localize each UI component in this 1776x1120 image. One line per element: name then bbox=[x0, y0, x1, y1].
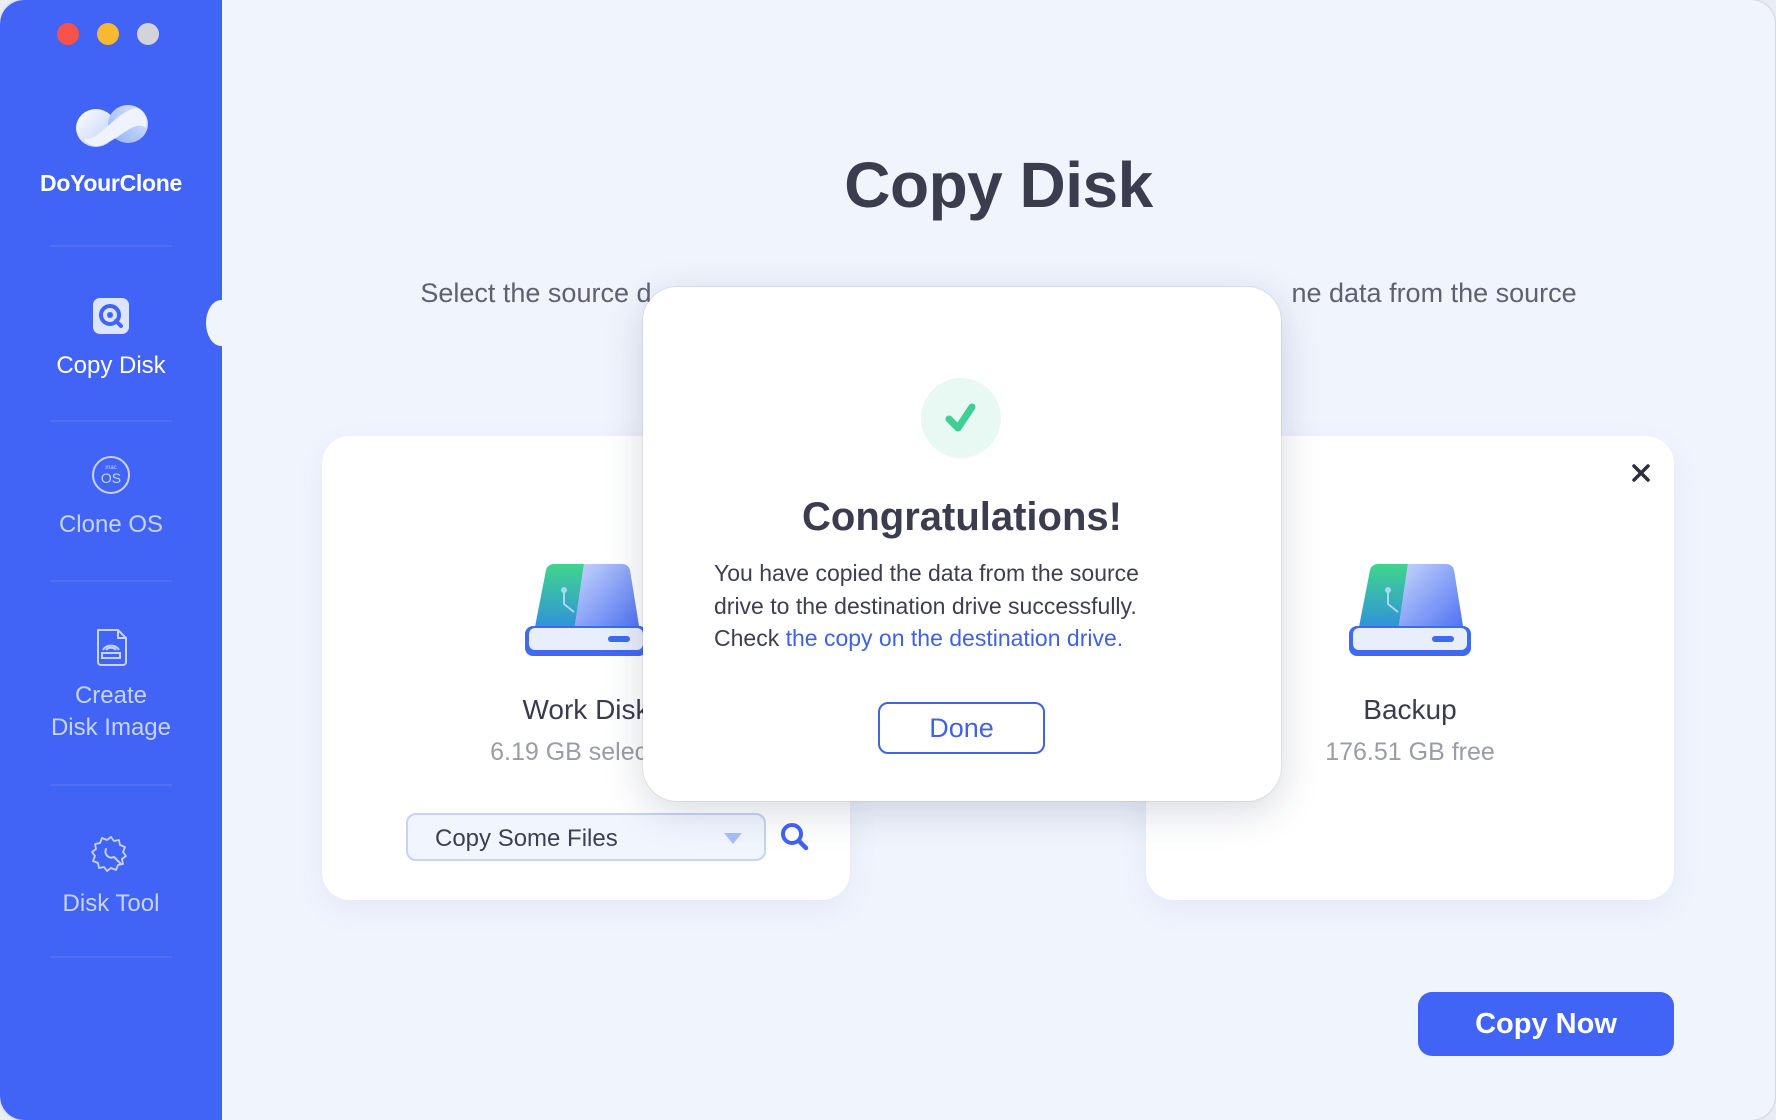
drive-icon bbox=[1349, 563, 1471, 656]
sidebar-divider bbox=[50, 956, 172, 958]
window-zoom-button[interactable] bbox=[137, 23, 159, 45]
dialog-message: You have copied the data from the source… bbox=[714, 557, 1234, 655]
success-dialog: Congratulations! You have copied the dat… bbox=[643, 287, 1281, 801]
copy-now-button[interactable]: Copy Now bbox=[1418, 992, 1674, 1056]
dialog-message-line2: drive to the destination drive successfu… bbox=[714, 592, 1137, 619]
close-icon[interactable] bbox=[1626, 458, 1656, 488]
sidebar-item-label: Copy Disk bbox=[56, 352, 166, 379]
sidebar-item-create-disk-image[interactable]: Create Disk Image bbox=[0, 626, 222, 744]
subtitle-left: Select the source d bbox=[420, 278, 652, 308]
subtitle-right: ne data from the source bbox=[1291, 278, 1577, 308]
page-title: Copy Disk bbox=[844, 149, 1153, 221]
app-logo-icon bbox=[76, 105, 148, 147]
sidebar: DoYourClone Copy Disk mac OS Clone OS Cr… bbox=[0, 0, 236, 1120]
sidebar-item-copy-disk[interactable]: Copy Disk bbox=[0, 295, 222, 382]
sidebar-item-label-line1: Create bbox=[74, 682, 148, 709]
sidebar-item-label-line2: Disk Image bbox=[50, 714, 172, 741]
macos-icon: mac OS bbox=[92, 456, 130, 494]
dialog-message-line1: You have copied the data from the source bbox=[714, 560, 1139, 586]
copy-mode-select[interactable]: Copy Some Files bbox=[406, 813, 766, 861]
svg-text:OS: OS bbox=[101, 470, 121, 486]
destination-copy-link[interactable]: the copy on the destination drive. bbox=[786, 625, 1124, 651]
sidebar-divider bbox=[50, 580, 172, 582]
search-icon[interactable] bbox=[778, 820, 812, 854]
app-window: DoYourClone Copy Disk mac OS Clone OS Cr… bbox=[0, 0, 1775, 1120]
chevron-down-icon bbox=[724, 833, 742, 844]
brand-name: DoYourClone bbox=[40, 170, 182, 196]
sidebar-divider bbox=[50, 784, 172, 786]
sidebar-item-clone-os[interactable]: mac OS Clone OS bbox=[0, 454, 222, 541]
disk-image-file-icon bbox=[97, 629, 127, 666]
sidebar-divider bbox=[50, 245, 172, 247]
sidebar-item-disk-tool[interactable]: Disk Tool bbox=[0, 833, 222, 920]
dialog-message-prefix: Check bbox=[714, 625, 786, 651]
checkmark-icon bbox=[945, 403, 976, 432]
done-button[interactable]: Done bbox=[878, 702, 1045, 754]
sidebar-item-label: Create Disk Image bbox=[0, 680, 222, 744]
sidebar-divider bbox=[50, 420, 172, 422]
sidebar-item-label: Disk Tool bbox=[62, 890, 160, 917]
sidebar-item-label: Clone OS bbox=[58, 511, 164, 538]
gear-wrench-icon bbox=[91, 836, 127, 872]
dialog-title: Congratulations! bbox=[802, 495, 1122, 539]
copy-mode-value: Copy Some Files bbox=[435, 825, 618, 852]
drive-icon bbox=[525, 563, 647, 656]
window-close-button[interactable] bbox=[57, 23, 79, 45]
success-badge bbox=[921, 378, 1001, 458]
copy-disk-icon bbox=[93, 298, 129, 334]
window-minimize-button[interactable] bbox=[97, 23, 119, 45]
